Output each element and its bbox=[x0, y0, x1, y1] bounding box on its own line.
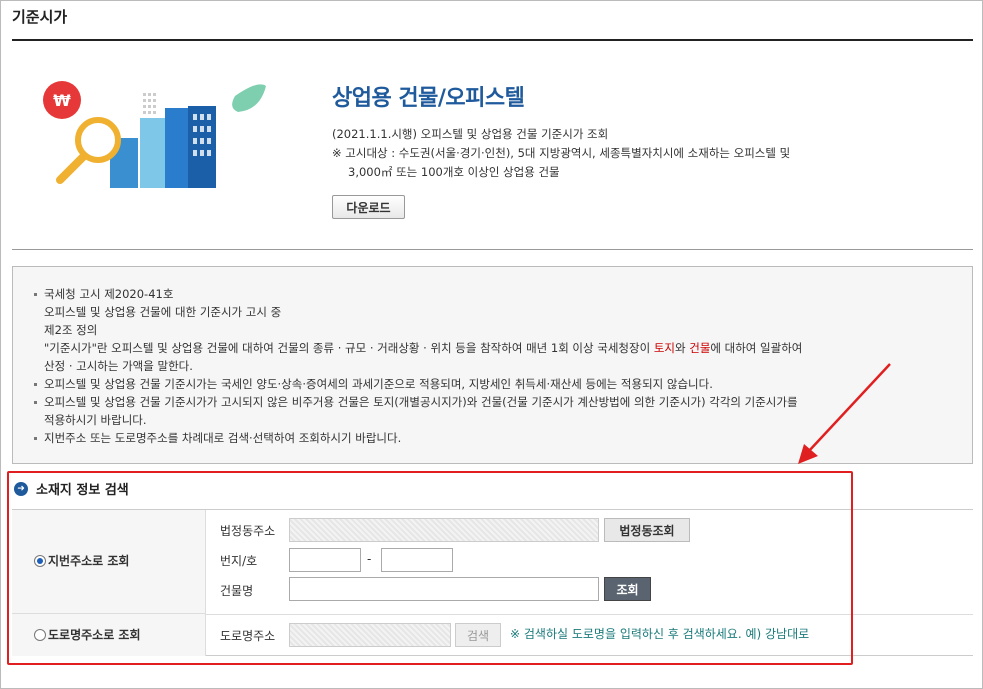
info-text: "기준시가"란 오피스텔 및 상업용 건물에 대하여 건물의 종류 · 규모 ·… bbox=[44, 341, 803, 355]
annotation-highlight-box bbox=[7, 471, 853, 665]
title-divider bbox=[12, 39, 973, 41]
annotation-arrow-icon bbox=[798, 363, 891, 464]
info-text: 제2조 정의 bbox=[44, 323, 98, 337]
info-text: 국세청 고시 제2020-41호 bbox=[44, 287, 174, 301]
section-divider bbox=[12, 249, 973, 250]
svg-text:₩: ₩ bbox=[53, 91, 71, 110]
desc-line: 3,000㎡ 또는 100개호 이상인 상업용 건물 bbox=[348, 165, 560, 179]
desc-line: (2021.1.1.시행) 오피스텔 및 상업용 건물 기준시가 조회 bbox=[332, 127, 609, 141]
product-title: 상업용 건물/오피스텔 bbox=[332, 86, 525, 111]
info-text: 오피스텔 및 상업용 건물에 대한 기준시가 고시 중 bbox=[44, 305, 282, 319]
desc-line: ※ 고시대상 : 수도권(서울·경기·인천), 5대 지방광역시, 세종특별자치… bbox=[332, 146, 791, 160]
page-title: 기준시가 bbox=[12, 8, 68, 26]
product-description: (2021.1.1.시행) 오피스텔 및 상업용 건물 기준시가 조회 ※ 고시… bbox=[332, 125, 790, 182]
building-illustration: ₩ bbox=[43, 81, 266, 188]
download-button[interactable]: 다운로드 bbox=[332, 195, 405, 219]
